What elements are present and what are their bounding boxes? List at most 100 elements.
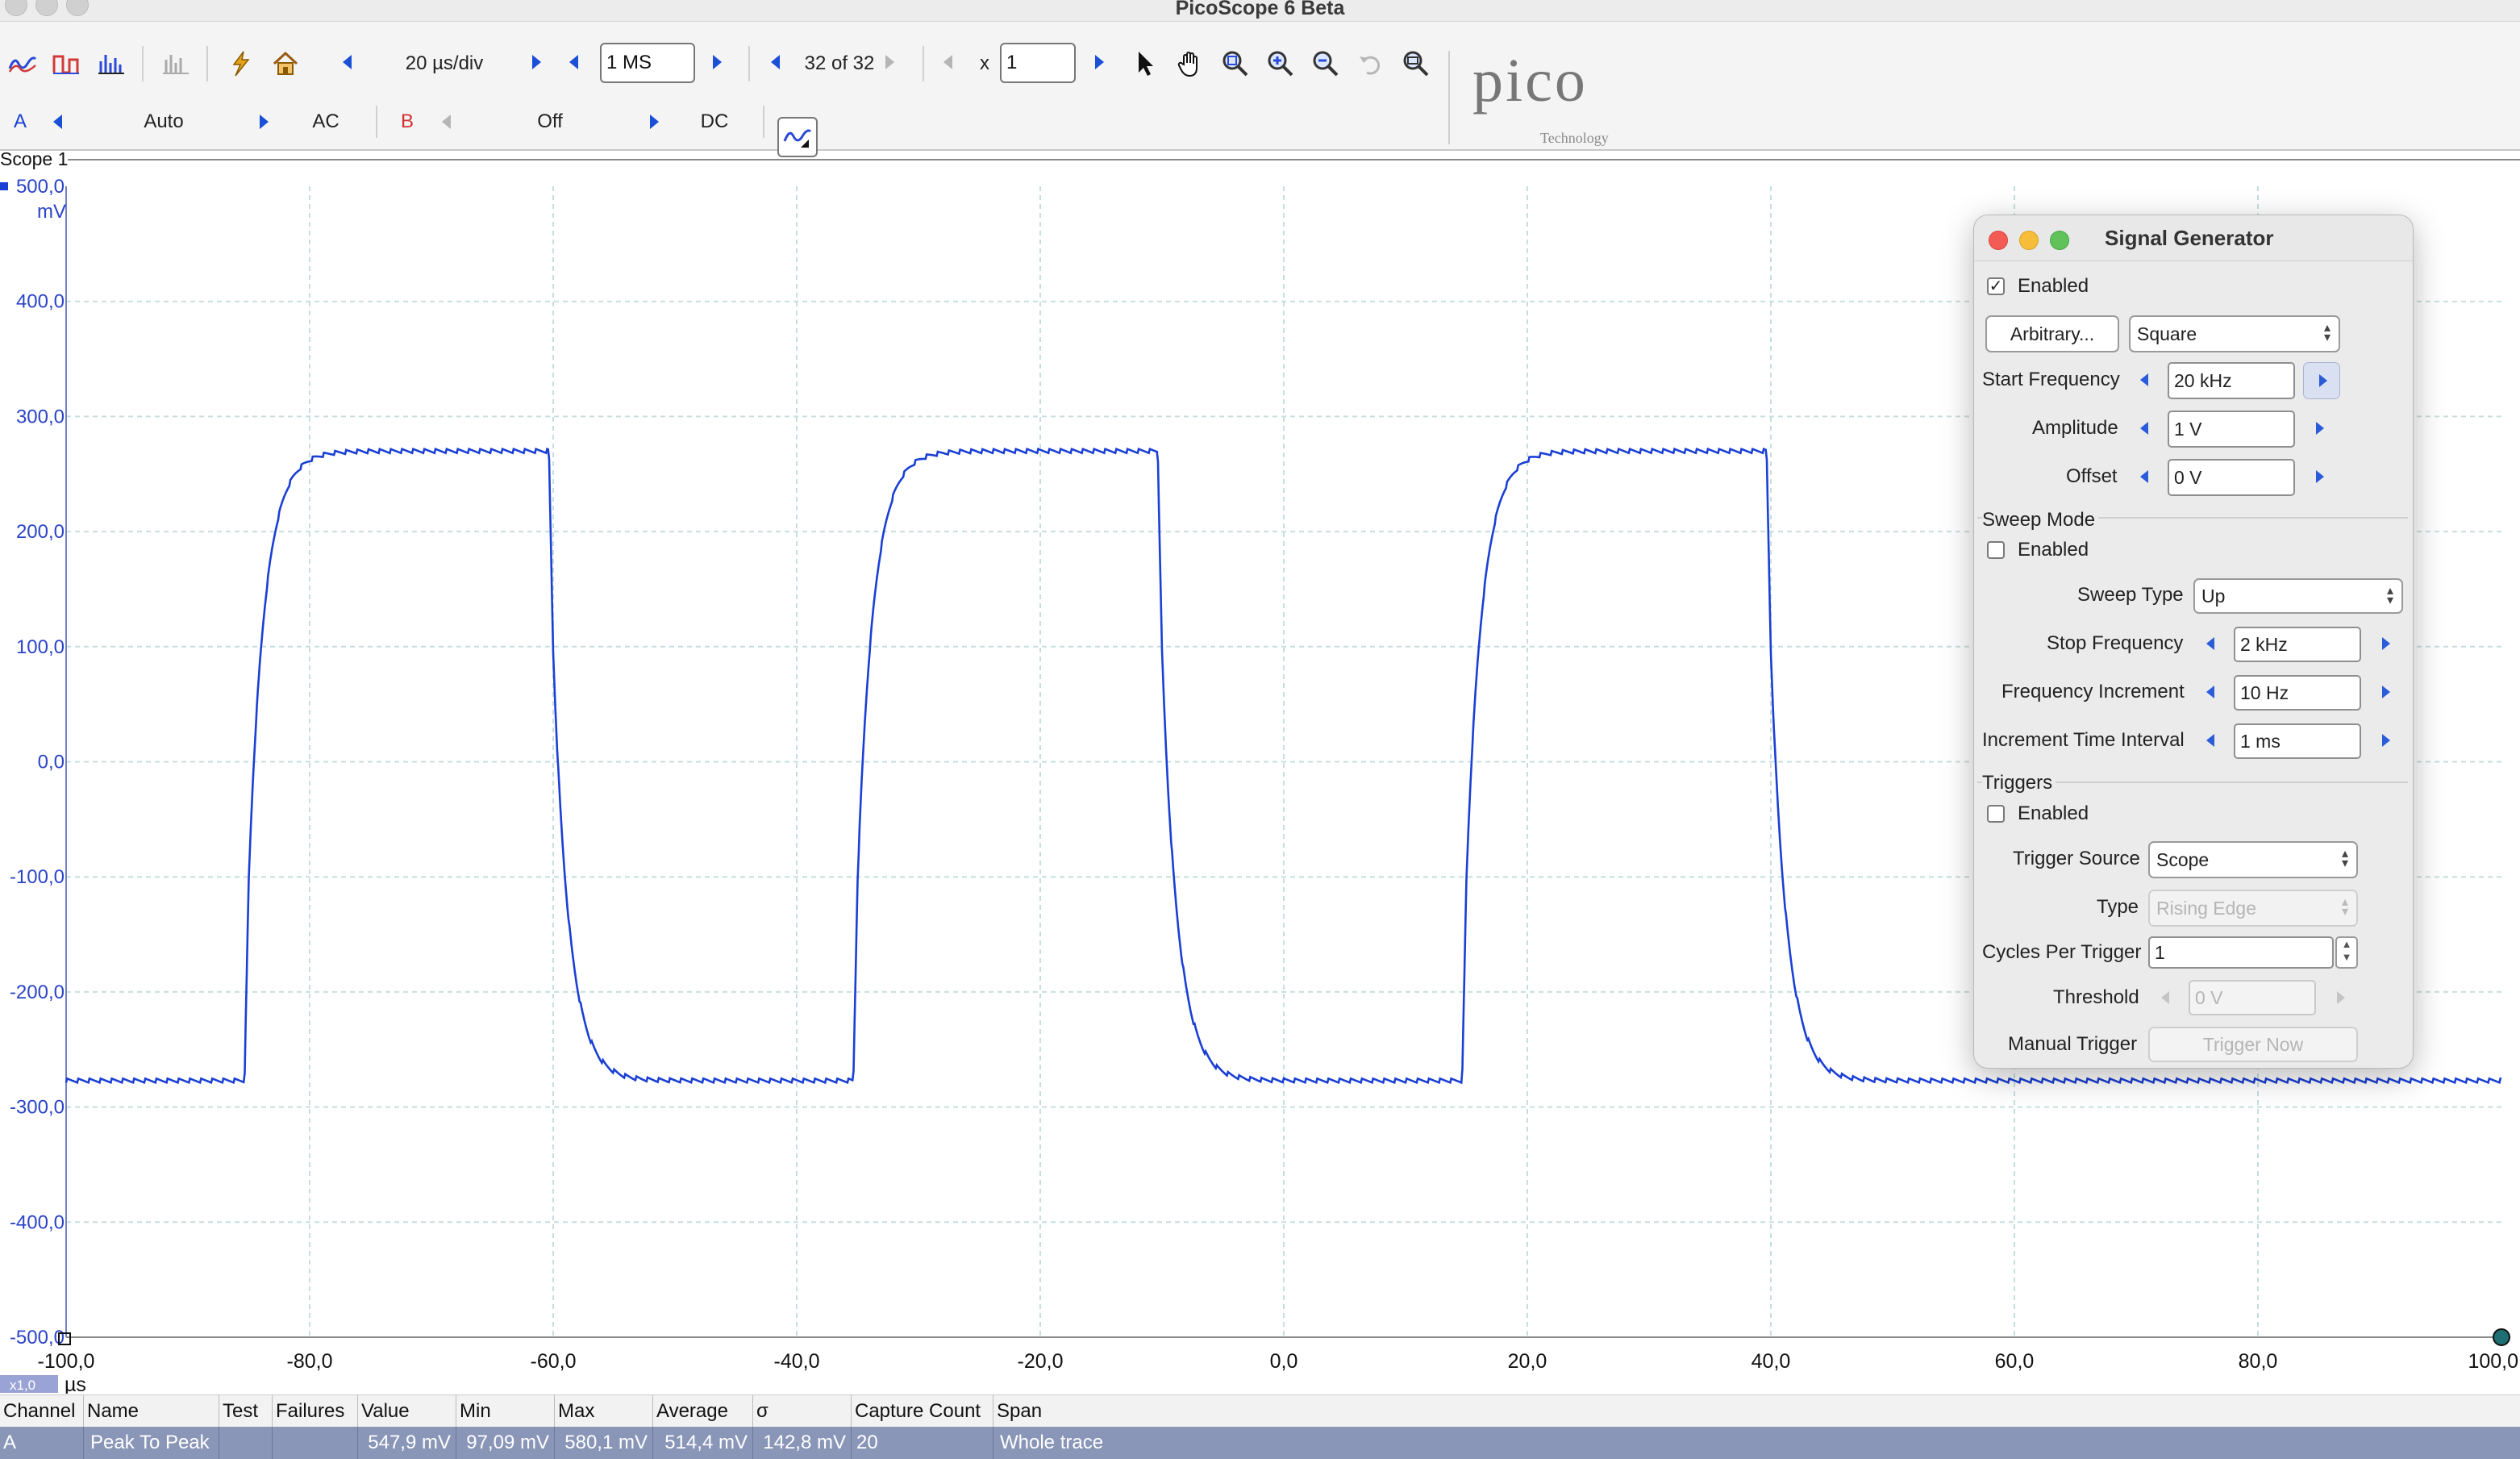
y-tick-label: 200,0 (16, 521, 65, 543)
dialog-zoom-button[interactable] (2050, 231, 2069, 250)
triggers-label: Triggers (1982, 772, 2056, 794)
timebase-decrease-button[interactable] (343, 55, 352, 69)
threshold-decrease-button[interactable] (2161, 991, 2169, 1004)
threshold-input[interactable]: 0 V (2189, 980, 2316, 1015)
amplitude-decrease-button[interactable] (2140, 422, 2148, 435)
select-updown-icon: ▴ ▾ (2323, 321, 2330, 344)
y-tick-label: 100,0 (16, 636, 65, 658)
zoom-out-icon[interactable] (1310, 48, 1342, 80)
capture-next-button[interactable] (885, 55, 894, 69)
y-axis-top-marker[interactable] (0, 182, 8, 190)
trigger-type-select[interactable]: Rising Edge ▴ ▾ (2148, 890, 2358, 927)
measure-sigma: 142,8 mV (753, 1427, 852, 1459)
signal-generator-dialog: Signal Generator ✓ Enabled Arbitrary... … (1973, 215, 2414, 1069)
y-tick-label: 500,0 (16, 176, 65, 198)
measure-col-test[interactable]: Test (219, 1395, 273, 1428)
pointer-tool-icon[interactable] (1129, 48, 1161, 80)
channel-a-label[interactable]: A (8, 107, 32, 136)
increment-interval-decrease-button[interactable] (2206, 734, 2214, 747)
dialog-close-button[interactable] (1989, 231, 2008, 250)
measure-col-span[interactable]: Span (993, 1395, 2520, 1428)
x-tick-label: -40,0 (774, 1350, 820, 1373)
measure-col-sigma[interactable]: σ (753, 1395, 852, 1428)
arbitrary-button[interactable]: Arbitrary... (1985, 315, 2119, 352)
hand-tool-icon[interactable] (1174, 48, 1206, 80)
zoom-region-icon[interactable] (1219, 48, 1252, 80)
spectrum-mode-icon[interactable] (95, 48, 127, 80)
dialog-minimize-button[interactable] (2019, 231, 2039, 250)
waveform-select[interactable]: Square ▴ ▾ (2129, 315, 2340, 352)
measure-col-max[interactable]: Max (555, 1395, 653, 1428)
frequency-increment-increase-button[interactable] (2382, 686, 2390, 698)
amplitude-input[interactable]: 1 V (2168, 411, 2295, 448)
cycles-per-trigger-input[interactable]: 1 (2148, 936, 2334, 969)
increment-interval-increase-button[interactable] (2382, 734, 2390, 747)
frequency-increment-input[interactable]: 10 Hz (2234, 675, 2361, 711)
home-icon[interactable] (269, 48, 302, 80)
stop-frequency-decrease-button[interactable] (2206, 637, 2214, 650)
channel-a-range[interactable]: Auto (113, 107, 215, 136)
measurements-header: Channel Name Test Failures Value Min Max… (0, 1394, 2520, 1428)
offset-increase-button[interactable] (2316, 470, 2324, 483)
channel-b-coupling[interactable]: DC (690, 107, 739, 136)
zoom-input[interactable]: 1 (1000, 43, 1076, 83)
amplitude-increase-button[interactable] (2316, 422, 2324, 435)
threshold-increase-button[interactable] (2337, 991, 2345, 1004)
increment-interval-input[interactable]: 1 ms (2234, 723, 2361, 759)
start-frequency-input[interactable]: 20 kHz (2168, 362, 2295, 399)
measure-col-value[interactable]: Value (358, 1395, 456, 1428)
math-channels-icon[interactable] (160, 48, 192, 80)
samples-decrease-button[interactable] (569, 55, 578, 69)
signal-generator-icon[interactable] (224, 48, 256, 80)
scope-mode-icon[interactable] (6, 48, 39, 80)
trigger-now-button[interactable]: Trigger Now (2148, 1027, 2358, 1062)
y-tick-label: 0,0 (38, 752, 65, 773)
capture-previous-button[interactable] (771, 55, 780, 69)
channel-b-label[interactable]: B (395, 107, 419, 136)
table-row[interactable]: A Peak To Peak 547,9 mV 97,09 mV 580,1 m… (0, 1427, 2520, 1459)
measure-col-capture-count[interactable]: Capture Count (852, 1395, 993, 1428)
start-frequency-decrease-button[interactable] (2140, 373, 2148, 386)
measure-failures (273, 1427, 358, 1459)
generator-enabled-checkbox[interactable]: ✓ (1987, 277, 2005, 295)
x-tick-label: 80,0 (2239, 1350, 2278, 1373)
frequency-increment-decrease-button[interactable] (2206, 686, 2214, 698)
cycles-stepper[interactable]: ▲ ▼ (2335, 936, 2358, 969)
channel-b-range-increase-button[interactable] (650, 115, 659, 129)
channel-a-range-decrease-button[interactable] (53, 115, 62, 129)
measure-col-average[interactable]: Average (653, 1395, 753, 1428)
start-frequency-label: Start Frequency (1982, 369, 2120, 390)
measure-col-channel[interactable]: Channel (0, 1395, 84, 1428)
channel-a-coupling[interactable]: AC (302, 107, 350, 136)
zoom-to-fit-icon[interactable] (1400, 48, 1432, 80)
x-tick-label: 40,0 (1752, 1350, 1791, 1373)
offset-input[interactable]: 0 V (2168, 459, 2295, 496)
timebase-value[interactable]: 20 µs/div (368, 49, 521, 78)
measure-col-min[interactable]: Min (456, 1395, 555, 1428)
zoom-increase-button[interactable] (1095, 55, 1104, 69)
timebase-increase-button[interactable] (532, 55, 541, 69)
start-frequency-increase-button[interactable] (2303, 362, 2340, 399)
measure-col-failures[interactable]: Failures (273, 1395, 358, 1428)
offset-decrease-button[interactable] (2140, 470, 2148, 483)
y-tick-label: -200,0 (10, 982, 65, 1003)
samples-input[interactable]: 1 MS (600, 43, 695, 83)
samples-increase-button[interactable] (713, 55, 722, 69)
persistence-mode-icon[interactable] (50, 48, 82, 80)
zoom-in-icon[interactable] (1264, 48, 1297, 80)
measure-col-name[interactable]: Name (84, 1395, 219, 1428)
channel-a-range-increase-button[interactable] (260, 115, 269, 129)
channel-options-icon[interactable] (777, 117, 818, 157)
stop-frequency-input[interactable]: 2 kHz (2234, 627, 2361, 662)
undo-zoom-icon[interactable] (1355, 48, 1387, 80)
sweep-type-select[interactable]: Up ▴ ▾ (2193, 578, 2403, 614)
stop-frequency-increase-button[interactable] (2382, 637, 2390, 650)
sweep-enabled-checkbox[interactable] (1987, 541, 2005, 559)
channel-b-range-decrease-button[interactable] (442, 115, 451, 129)
zoom-decrease-button[interactable] (943, 55, 952, 69)
window-titlebar: PicoScope 6 Beta (0, 0, 2520, 22)
trigger-marker[interactable] (2493, 1328, 2510, 1346)
triggers-enabled-checkbox[interactable] (1987, 805, 2005, 823)
trigger-source-select[interactable]: Scope ▴ ▾ (2148, 841, 2358, 878)
channel-b-range[interactable]: Off (502, 107, 598, 136)
